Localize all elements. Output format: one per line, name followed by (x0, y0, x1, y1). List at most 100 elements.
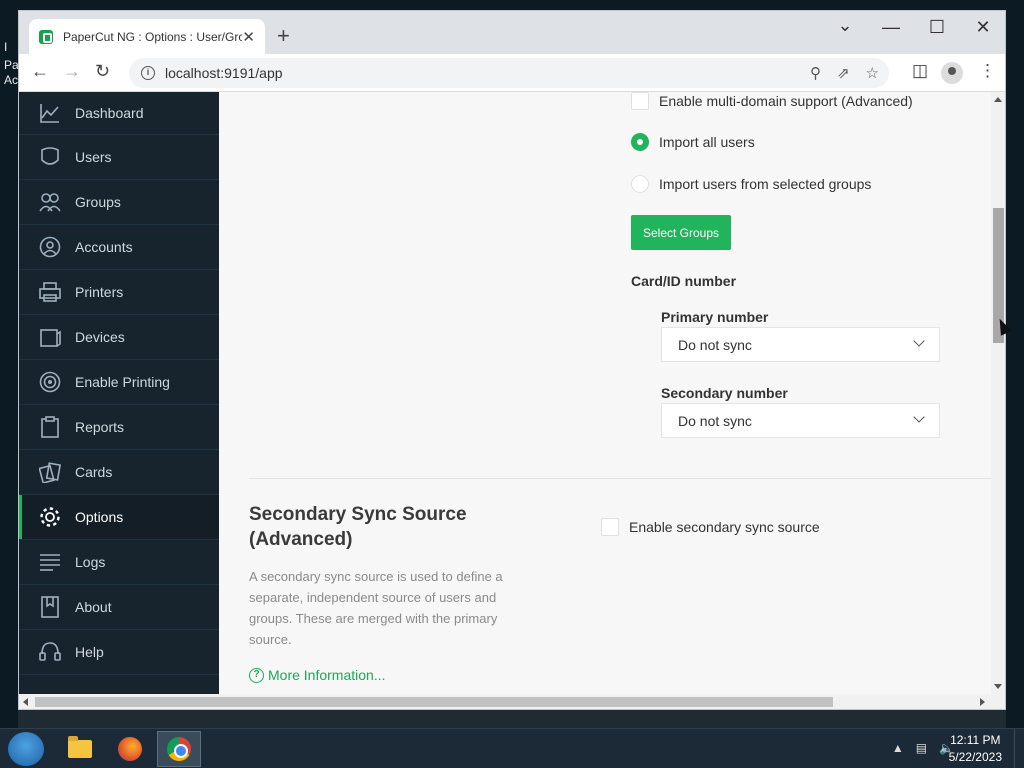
sidebar-item-label: Printers (75, 284, 124, 300)
help-icon (39, 642, 61, 661)
scroll-down-icon[interactable] (994, 684, 1002, 689)
sidebar-item-label: Help (75, 644, 104, 660)
taskbar-file-explorer[interactable] (58, 731, 102, 767)
clock-time: 12:11 PM (950, 733, 1001, 747)
taskbar-chrome[interactable] (157, 731, 201, 767)
more-information-label[interactable]: More Information... (268, 667, 386, 683)
secondary-sync-title: Secondary Sync Source (Advanced) (249, 504, 467, 550)
secondary-number-select[interactable]: Do not sync (661, 403, 940, 438)
horizontal-scrollbar[interactable] (19, 694, 1005, 709)
printer-icon (39, 282, 61, 302)
cards-icon (39, 462, 61, 483)
import-all-label: Import all users (659, 134, 755, 150)
desktop-left-strip: I Pa Ac (0, 0, 19, 728)
desktop-glyph: I (4, 40, 8, 54)
side-panel-icon[interactable]: ◫ (912, 61, 928, 81)
primary-number-label: Primary number (661, 309, 769, 325)
sidebar-item-reports[interactable]: Reports (19, 405, 219, 450)
reload-icon[interactable]: ↻ (95, 61, 110, 82)
sidebar-nav: Dashboard Users Groups Accounts Printers… (19, 92, 219, 694)
secondary-sync-checkbox[interactable] (601, 518, 619, 536)
share-icon[interactable]: ⇗ (837, 64, 850, 82)
sidebar-item-cards[interactable]: Cards (19, 450, 219, 495)
folder-icon (68, 736, 92, 758)
scroll-left-icon[interactable] (23, 698, 28, 706)
sidebar-item-devices[interactable]: Devices (19, 315, 219, 360)
close-window-button[interactable]: ✕ (969, 17, 997, 38)
sidebar-item-about[interactable]: About (19, 585, 219, 630)
scroll-up-icon[interactable] (994, 97, 1002, 102)
key-icon[interactable]: ⚲ (810, 64, 821, 82)
sidebar-item-label: Reports (75, 419, 125, 435)
address-bar[interactable]: i localhost:9191/app ⚲ ⇗ ☆ (129, 58, 889, 88)
minimize-button[interactable]: — (877, 17, 905, 38)
sidebar-item-label: Groups (75, 194, 121, 210)
account-icon (39, 236, 61, 258)
import-selected-radio[interactable] (631, 175, 649, 193)
firefox-icon (118, 737, 142, 761)
sidebar-item-help[interactable]: Help (19, 630, 219, 675)
device-icon (40, 329, 61, 347)
system-tray: ▲ ▤ 🔈 (892, 741, 954, 755)
import-selected-row: Import users from selected groups (631, 175, 871, 193)
import-all-radio[interactable] (631, 133, 649, 151)
profile-avatar[interactable] (941, 62, 963, 84)
primary-number-select[interactable]: Do not sync (661, 327, 940, 362)
forward-arrow-icon[interactable]: → (63, 61, 81, 82)
browser-toolbar: ← → ↻ i localhost:9191/app ⚲ ⇗ ☆ ◫ ⋮ (19, 54, 1005, 92)
question-circle-icon: ? (249, 667, 264, 683)
desktop-glyph: Pa (4, 58, 19, 72)
scroll-right-icon[interactable] (980, 698, 985, 706)
sidebar-item-printers[interactable]: Printers (19, 270, 219, 315)
back-arrow-icon[interactable]: ← (31, 61, 49, 82)
network-icon[interactable]: ▤ (916, 741, 927, 755)
browser-tab[interactable]: PaperCut NG : Options : User/Gro ✕ (29, 19, 265, 54)
desktop-top-strip (0, 0, 1024, 10)
site-info-icon[interactable]: i (141, 66, 155, 80)
bookmark-star-icon[interactable]: ☆ (866, 64, 879, 82)
sidebar-item-users[interactable]: Users (19, 135, 219, 180)
tab-close-icon[interactable]: ✕ (242, 28, 255, 46)
menu-kebab-icon[interactable]: ⋮ (979, 61, 996, 81)
multi-domain-row: Enable multi-domain support (Advanced) (631, 92, 913, 110)
new-tab-button[interactable]: + (277, 23, 290, 49)
desktop-right-strip (1006, 0, 1024, 728)
primary-number-value: Do not sync (678, 336, 752, 353)
show-desktop-button[interactable] (1014, 729, 1024, 768)
maximize-button[interactable]: ☐ (923, 17, 951, 38)
more-information-link[interactable]: ? More Information... (249, 667, 386, 683)
url-text[interactable]: localhost:9191/app (165, 65, 283, 81)
chevron-down-icon (913, 335, 925, 347)
secondary-enable-label: Enable secondary sync source (629, 519, 820, 535)
sidebar-item-label: Options (75, 509, 124, 525)
sidebar-item-dashboard[interactable]: Dashboard (19, 92, 219, 135)
papercut-favicon-icon (39, 29, 53, 44)
omnibox-actions: ⚲ ⇗ ☆ (810, 58, 889, 88)
report-icon (41, 416, 59, 438)
papercut-app: Dashboard Users Groups Accounts Printers… (19, 92, 1005, 694)
options-content: Enable multi-domain support (Advanced) I… (219, 92, 1005, 694)
sidebar-item-label: About (75, 599, 112, 615)
secondary-enable-row: Enable secondary sync source (601, 518, 820, 536)
vertical-scrollbar[interactable] (991, 92, 1005, 694)
sidebar-item-options[interactable]: Options (19, 495, 219, 540)
sidebar-item-logs[interactable]: Logs (19, 540, 219, 585)
sidebar-item-enable-printing[interactable]: Enable Printing (19, 360, 219, 405)
taskbar-clock[interactable]: 12:11 PM 5/22/2023 (949, 732, 1002, 766)
sidebar-item-groups[interactable]: Groups (19, 180, 219, 225)
multi-domain-checkbox[interactable] (631, 92, 649, 110)
tray-expand-icon[interactable]: ▲ (892, 741, 904, 755)
windows-taskbar: ▲ ▤ 🔈 12:11 PM 5/22/2023 (0, 728, 1024, 768)
tab-search-icon[interactable]: ⌄ (831, 15, 859, 36)
sidebar-item-label: Accounts (75, 239, 133, 255)
browser-window: PaperCut NG : Options : User/Gro ✕ + ⌄ —… (18, 10, 1006, 710)
card-id-label: Card/ID number (631, 273, 737, 289)
clock-date: 5/22/2023 (948, 750, 1002, 764)
browser-titlebar: PaperCut NG : Options : User/Gro ✕ + ⌄ —… (19, 11, 1005, 54)
start-button[interactable] (8, 732, 44, 766)
sidebar-item-accounts[interactable]: Accounts (19, 225, 219, 270)
import-all-row: Import all users (631, 133, 755, 151)
select-groups-button[interactable]: Select Groups (631, 215, 731, 250)
taskbar-firefox[interactable] (108, 731, 152, 767)
horizontal-scroll-thumb[interactable] (35, 697, 833, 707)
